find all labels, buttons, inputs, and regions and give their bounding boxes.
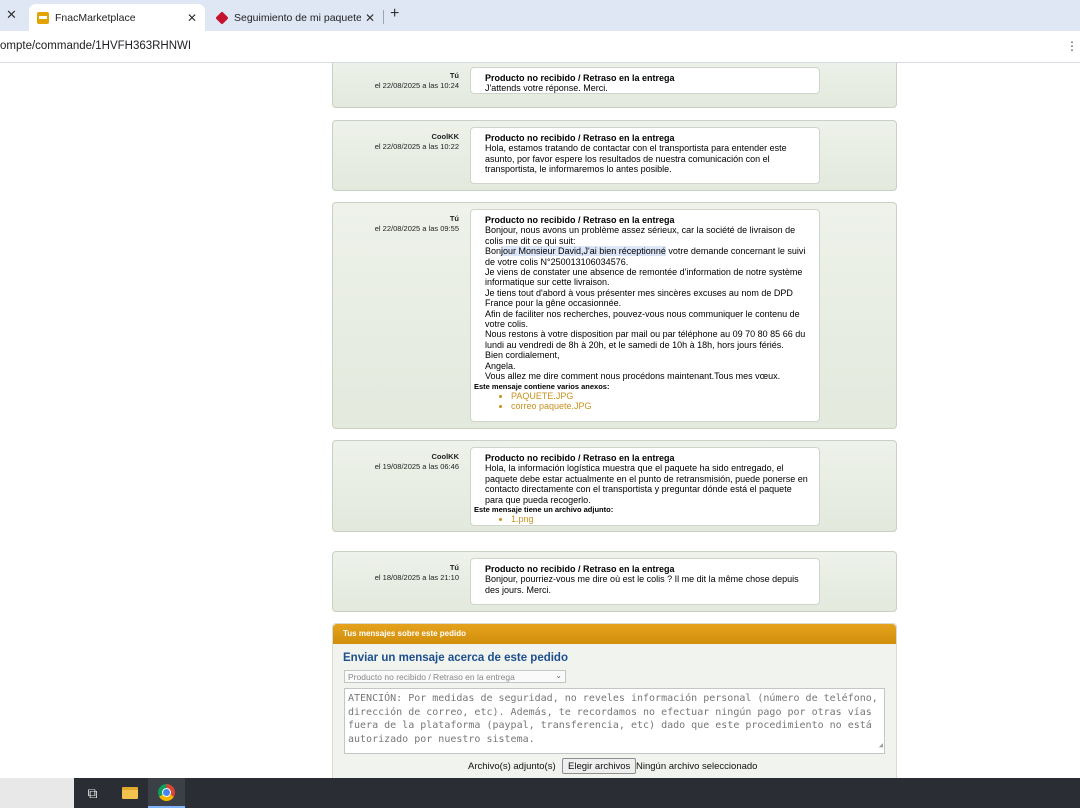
close-icon[interactable]: ✕ xyxy=(6,7,17,23)
message-bubble: Producto no recibido / Retraso en la ent… xyxy=(470,127,820,184)
message-author: Tú xyxy=(449,563,459,572)
subject-select[interactable]: Producto no recibido / Retraso en la ent… xyxy=(344,670,566,683)
compose-panel: Tus mensajes sobre este pedido Enviar un… xyxy=(332,623,897,778)
message-date: el 19/08/2025 a las 06:46 xyxy=(374,462,459,471)
no-file-selected-text: Ningún archivo seleccionado xyxy=(636,761,758,772)
message-date: el 22/08/2025 a las 09:55 xyxy=(374,224,459,233)
tab-title: FnacMarketplace xyxy=(55,11,136,24)
message-body-line: Vous allez me dire comment nous procédon… xyxy=(485,371,781,382)
message-body-line: Bien cordialement, xyxy=(485,350,560,361)
compose-panel-header: Tus mensajes sobre este pedido xyxy=(333,624,896,644)
message-date: el 22/08/2025 a las 10:24 xyxy=(374,81,459,90)
message-meta: CoolKK el 19/08/2025 a las 06:46 xyxy=(375,452,459,472)
message-thread-item: Tú el 22/08/2025 a las 10:24 Producto no… xyxy=(332,63,897,108)
chevron-down-icon: ⌄ xyxy=(555,671,562,680)
tab-fnacmarketplace[interactable]: FnacMarketplace ✕ xyxy=(29,4,205,31)
page-content: Tú el 22/08/2025 a las 10:24 Producto no… xyxy=(0,63,1080,778)
message-date: el 22/08/2025 a las 10:22 xyxy=(374,142,459,151)
compose-title: Enviar un mensaje acerca de este pedido xyxy=(343,652,568,664)
resize-grip-icon[interactable]: ◢ xyxy=(879,739,883,753)
message-body: J'attends votre réponse. Merci. xyxy=(485,83,608,94)
tab-dpd-tracking[interactable]: Seguimiento de mi paquete | DPD ✕ xyxy=(208,4,383,31)
attachment-link[interactable]: correo paquete.JPG xyxy=(511,401,811,411)
message-bubble: Producto no recibido / Retraso en la ent… xyxy=(470,67,820,94)
subject-select-value: Producto no recibido / Retraso en la ent… xyxy=(348,672,515,682)
message-bubble: Producto no recibido / Retraso en la ent… xyxy=(470,209,820,422)
tab-title: Seguimiento de mi paquete | DPD xyxy=(234,11,361,24)
message-meta: Tú el 22/08/2025 a las 09:55 xyxy=(375,214,459,234)
message-thread-item: CoolKK el 22/08/2025 a las 10:22 Product… xyxy=(332,120,897,191)
attachments-list: 1.png xyxy=(485,514,811,524)
message-body-line: Nous restons à votre disposition par mai… xyxy=(485,329,806,350)
message-meta: Tú el 22/08/2025 a las 10:24 xyxy=(375,71,459,91)
tab-separator xyxy=(383,10,384,24)
message-thread-item: CoolKK el 19/08/2025 a las 06:46 Product… xyxy=(332,440,897,532)
message-subject: Producto no recibido / Retraso en la ent… xyxy=(485,133,675,143)
message-body-line: Afin de faciliter nos recherches, pouvez… xyxy=(485,308,800,330)
message-body-line: Bonjour, nous avons un problème assez sé… xyxy=(485,225,796,246)
message-thread-item: Tú el 18/08/2025 a las 21:10 Producto no… xyxy=(332,551,897,612)
taskbar-search-area[interactable] xyxy=(0,778,74,808)
close-tab-icon[interactable]: ✕ xyxy=(183,11,201,25)
message-subject: Producto no recibido / Retraso en la ent… xyxy=(485,453,675,463)
message-meta: Tú el 18/08/2025 a las 21:10 xyxy=(375,563,459,583)
more-icon[interactable]: ⋮ xyxy=(1066,39,1078,53)
message-body-line: Angela. xyxy=(485,360,516,371)
dpd-favicon-icon xyxy=(215,10,229,25)
message-author: Tú xyxy=(449,71,459,80)
message-body-line: Je viens de constater une absence de rem… xyxy=(485,267,803,288)
message-body: Hola, la información logística muestra q… xyxy=(485,463,808,505)
message-body-line: Bonjour Monsieur David,J'ai bien récepti… xyxy=(485,246,806,267)
new-tab-button[interactable]: + xyxy=(390,5,399,23)
message-subject: Producto no recibido / Retraso en la ent… xyxy=(485,564,675,574)
message-subject: Producto no recibido / Retraso en la ent… xyxy=(485,215,675,225)
message-author: CoolKK xyxy=(431,132,460,141)
file-explorer-icon[interactable] xyxy=(111,778,148,808)
message-bubble: Producto no recibido / Retraso en la ent… xyxy=(470,558,820,605)
message-textarea[interactable]: ATENCIÓN: Por medidas de seguridad, no r… xyxy=(344,688,885,754)
fnac-favicon-icon xyxy=(37,11,49,24)
message-author: CoolKK xyxy=(431,452,460,461)
close-tab-icon[interactable]: ✕ xyxy=(361,11,379,25)
task-view-icon[interactable]: ⧉ xyxy=(74,778,111,808)
os-taskbar: ⧉ xyxy=(0,778,1080,808)
message-bubble: Producto no recibido / Retraso en la ent… xyxy=(470,447,820,526)
folder-icon xyxy=(121,787,138,799)
attachments-heading: Este mensaje tiene un archivo adjunto: xyxy=(474,505,614,515)
message-date: el 18/08/2025 a las 21:10 xyxy=(374,573,459,582)
attachments-label: Archivo(s) adjunto(s) xyxy=(468,761,556,772)
message-meta: CoolKK el 22/08/2025 a las 10:22 xyxy=(375,132,459,152)
message-textarea-placeholder: ATENCIÓN: Por medidas de seguridad, no r… xyxy=(348,693,878,745)
address-bar[interactable]: ompte/commande/1HVFH363RHNWI ⋮ xyxy=(0,31,1080,63)
attachment-link[interactable]: 1.png xyxy=(511,514,811,524)
message-thread-item: Tú el 22/08/2025 a las 09:55 Producto no… xyxy=(332,202,897,429)
message-author: Tú xyxy=(449,214,459,223)
message-body: Hola, estamos tratando de contactar con … xyxy=(485,143,787,175)
url-text[interactable]: ompte/commande/1HVFH363RHNWI xyxy=(0,40,191,52)
chrome-icon[interactable] xyxy=(148,778,185,808)
chrome-logo-icon xyxy=(158,783,175,801)
attachments-list: PAQUETE.JPG correo paquete.JPG xyxy=(485,391,811,412)
message-subject: Producto no recibido / Retraso en la ent… xyxy=(485,73,675,83)
message-body-line: Je tiens tout d'abord à vous présenter m… xyxy=(485,287,793,309)
browser-tab-bar: ✕ FnacMarketplace ✕ Seguimiento de mi pa… xyxy=(0,0,1080,31)
choose-files-button[interactable]: Elegir archivos xyxy=(562,758,637,774)
text-selection: jour Monsieur David,J'ai bien réceptionn… xyxy=(501,246,666,257)
message-body: Bonjour, pourriez-vous me dire où est le… xyxy=(485,574,799,595)
attachments-heading: Este mensaje contiene varios anexos: xyxy=(474,381,610,391)
attachment-link[interactable]: PAQUETE.JPG xyxy=(511,391,811,401)
